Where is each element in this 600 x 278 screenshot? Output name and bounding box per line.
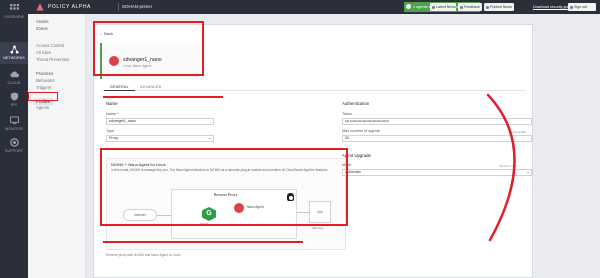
network-icon bbox=[9, 45, 19, 54]
rail-item-networks[interactable]: NETWORKS bbox=[0, 42, 28, 64]
name-input[interactable]: sdvanger1_nano bbox=[106, 118, 214, 125]
app-sub-label: Web App bbox=[312, 226, 324, 230]
grid-icon bbox=[9, 4, 19, 10]
rail-item-monitor[interactable]: MONITOR bbox=[0, 116, 28, 132]
rail-item-support[interactable]: SUPPORT bbox=[0, 138, 28, 154]
nav-item-access-control[interactable]: Access Control bbox=[36, 43, 64, 48]
name-input-value: sdvanger1_nano bbox=[109, 119, 136, 123]
publish-button[interactable]: Publish bbox=[484, 3, 502, 11]
annotation-underline-bottom bbox=[103, 241, 303, 244]
nav-item-agents[interactable]: Agents bbox=[36, 105, 49, 110]
annotation-underline-tabs bbox=[103, 96, 223, 99]
nav-item-behaviors[interactable]: Behaviors bbox=[36, 78, 55, 83]
latest-news-label-2: Latest News bbox=[436, 5, 456, 9]
shield-icon bbox=[10, 92, 18, 101]
publish-icon bbox=[486, 5, 489, 9]
sign-out-label: Sign out bbox=[574, 5, 588, 9]
latest-news-button-2[interactable]: Latest News bbox=[430, 3, 456, 11]
nav-item-threat-prevention[interactable]: Threat Prevention bbox=[36, 57, 69, 62]
environment-switcher[interactable]: SOHAN-primer bbox=[118, 3, 155, 11]
annotation-box-header bbox=[93, 21, 204, 76]
secondary-nav: Assets Zones Access Control All rules Th… bbox=[28, 14, 86, 278]
sign-out-button[interactable]: Sign out bbox=[568, 3, 596, 11]
rail-menu[interactable]: OVERVIEW bbox=[0, 4, 28, 24]
connected-count: 1 Connected bbox=[509, 130, 527, 134]
type-select-value: Proxy bbox=[109, 136, 119, 140]
rail-label-cloud: CLOUD bbox=[7, 81, 21, 85]
support-icon bbox=[9, 138, 19, 147]
rail-label-support: SUPPORT bbox=[4, 149, 23, 153]
primary-rail: OVERVIEW NETWORKS CLOUD IPS MONITOR SUPP… bbox=[0, 0, 28, 278]
token-value: cp-••••••••••••••••••••••••••••••• bbox=[345, 119, 389, 123]
brand-name: POLICY ALPHA bbox=[48, 3, 91, 10]
token-input[interactable]: cp-••••••••••••••••••••••••••••••• bbox=[342, 118, 532, 125]
tab-advanced[interactable]: ADVANCED bbox=[134, 83, 168, 91]
upgrade-mode-select[interactable]: Automatic bbox=[342, 169, 532, 176]
publish-label: Publish bbox=[490, 5, 502, 9]
max-agents-input[interactable]: 50 bbox=[342, 135, 532, 142]
cloud-icon bbox=[10, 71, 19, 78]
version-label: Version 1.0.0 bbox=[499, 164, 517, 168]
mode-footnote: Reverse proxy with NGINX and Nano Agent … bbox=[106, 253, 181, 257]
brand-logo-icon bbox=[36, 3, 44, 11]
app-window: OVERVIEW NETWORKS CLOUD IPS MONITOR SUPP… bbox=[0, 0, 600, 278]
download-guide-link[interactable]: Download security guide bbox=[533, 5, 572, 9]
feedback-label: Feedback bbox=[464, 5, 480, 9]
name-label: Name * bbox=[106, 112, 119, 116]
sign-out-icon bbox=[570, 5, 573, 9]
rail-label-monitor: MONITOR bbox=[5, 127, 23, 131]
news-icon-2 bbox=[432, 5, 435, 9]
type-label: Type bbox=[106, 129, 115, 133]
rail-label-ips: IPS bbox=[10, 103, 18, 107]
name-section-title: Name bbox=[106, 101, 118, 106]
max-agents-value: 50 bbox=[345, 136, 349, 140]
feedback-button[interactable]: Feedback bbox=[458, 3, 482, 11]
rail-label-overview: OVERVIEW bbox=[3, 15, 25, 19]
auth-section-title: Authentication bbox=[342, 101, 370, 106]
nav-item-zones[interactable]: Zones bbox=[36, 26, 48, 31]
rail-label-networks: NETWORKS bbox=[3, 56, 25, 60]
nav-item-all-rules[interactable]: All rules bbox=[36, 50, 51, 55]
tab-bar: GENERAL ADVANCED bbox=[102, 83, 526, 91]
nav-item-triggers[interactable]: Triggers bbox=[36, 85, 51, 90]
annotation-box-mode bbox=[100, 148, 348, 226]
tab-general[interactable]: GENERAL bbox=[104, 83, 135, 91]
nav-item-practices[interactable]: Practices bbox=[36, 71, 53, 76]
feedback-icon bbox=[460, 5, 463, 9]
max-agents-label: Max number of agents bbox=[342, 129, 380, 133]
nav-item-assets[interactable]: Assets bbox=[36, 19, 49, 24]
monitor-icon bbox=[9, 116, 19, 125]
type-select[interactable]: Proxy bbox=[106, 135, 214, 142]
rail-item-ips[interactable]: IPS bbox=[0, 92, 28, 108]
rail-item-cloud[interactable]: CLOUD bbox=[0, 70, 28, 86]
annotation-box-profiles bbox=[28, 92, 58, 101]
top-bar: POLICY ALPHA SOHAN-primer 1 agents succe… bbox=[28, 0, 600, 14]
token-label: Token bbox=[342, 112, 353, 116]
check-icon bbox=[406, 4, 411, 9]
